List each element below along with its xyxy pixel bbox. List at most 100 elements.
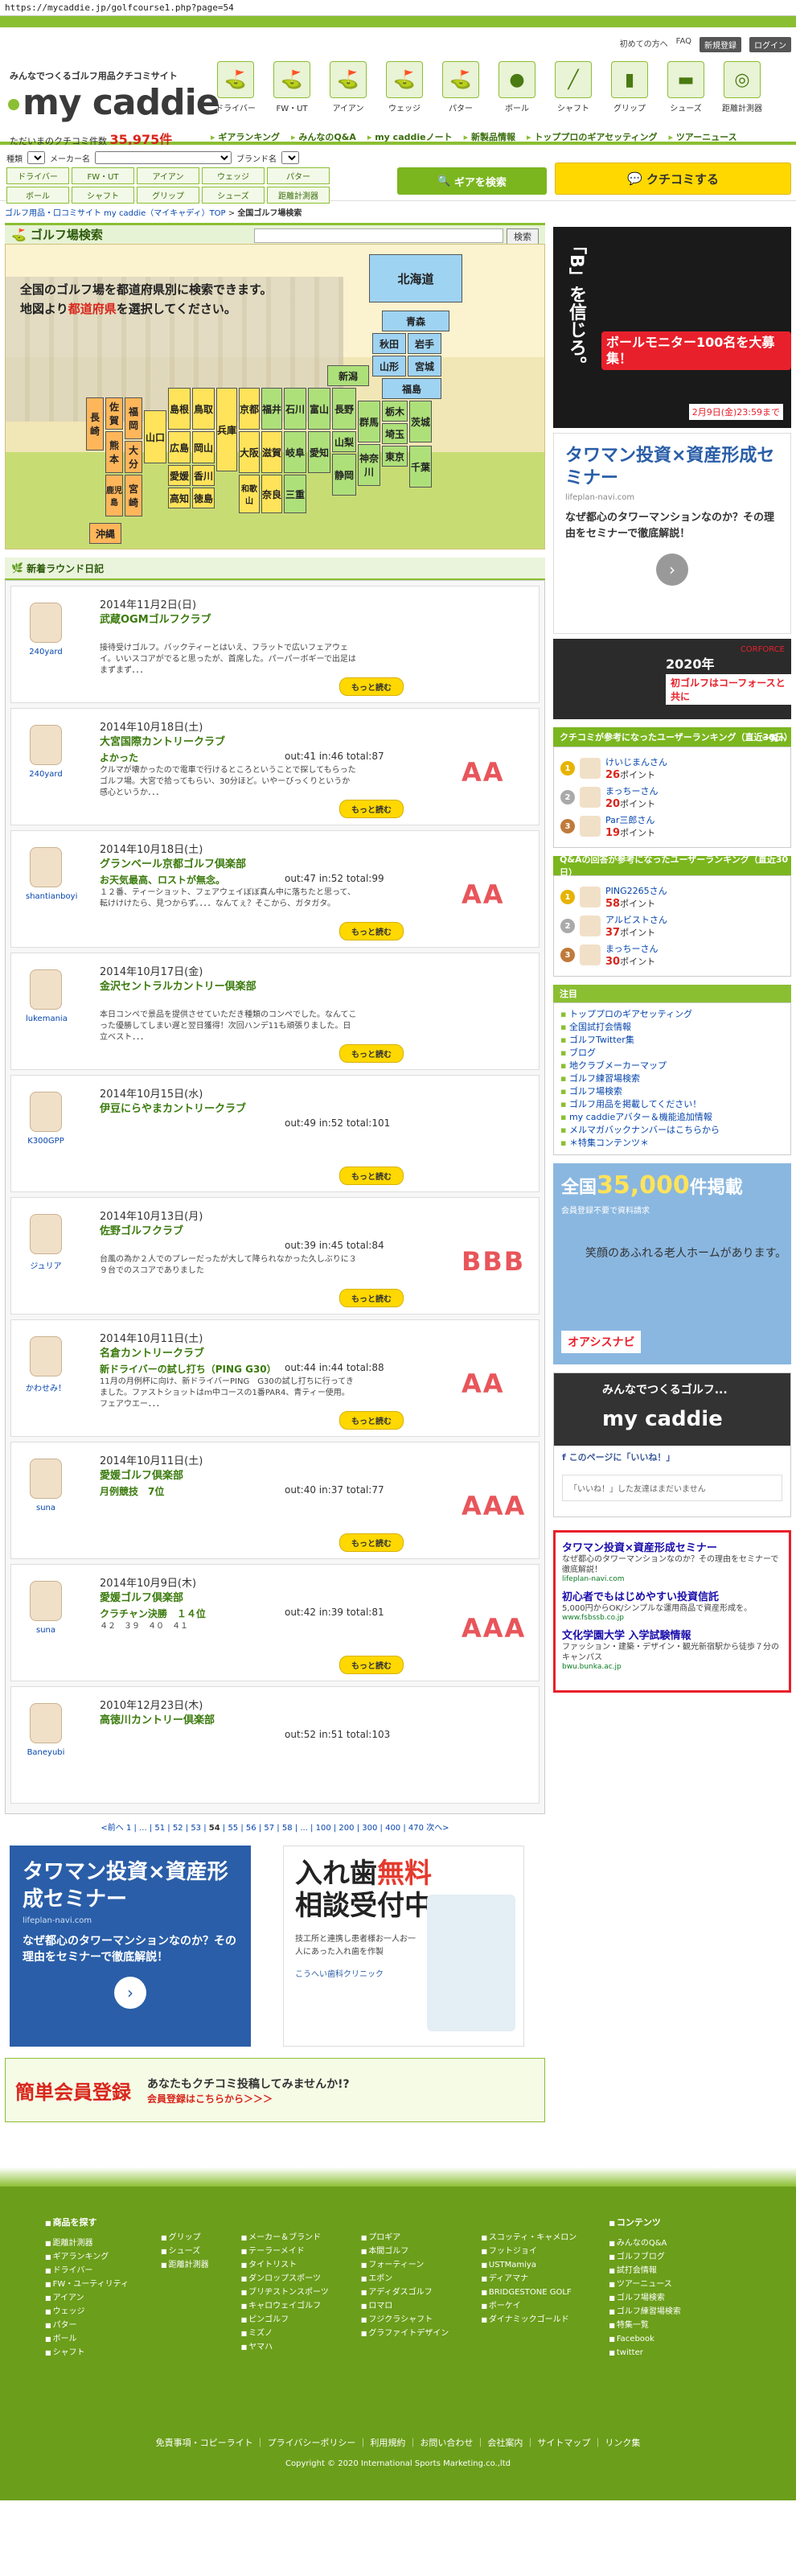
user-name[interactable]: ジュリア	[26, 1259, 66, 1271]
read-more-button[interactable]: もっと読む	[339, 1411, 404, 1430]
user-name[interactable]: Baneyubi	[26, 1748, 66, 1757]
footer-link[interactable]: フォーティーン	[361, 2258, 449, 2272]
gear-search-button[interactable]: 🔍 ギアを検索	[397, 167, 547, 195]
pref-mie[interactable]: 三重	[284, 475, 306, 513]
gear-ball-button[interactable]: ボール	[6, 187, 69, 204]
notice-link[interactable]: ゴルフTwitter集	[560, 1034, 784, 1047]
footer-link[interactable]: ミズノ	[241, 2327, 329, 2340]
user-name[interactable]: 240yard	[26, 648, 66, 656]
notice-link[interactable]: ゴルフ用品を掲載してください！	[560, 1098, 784, 1111]
pref-gifu[interactable]: 岐阜	[284, 431, 306, 473]
pager-page[interactable]: 470	[408, 1824, 424, 1833]
read-more-button[interactable]: もっと読む	[339, 1289, 404, 1307]
pref-tokyo[interactable]: 東京	[382, 446, 408, 467]
pref-yamagata[interactable]: 山形	[372, 356, 406, 377]
breadcrumb-home-link[interactable]: ゴルフ用品・口コミサイト my caddie（マイキャディ）TOP	[5, 209, 226, 218]
url-bar[interactable]: https://mycaddie.jp/golfcourse1.php?page…	[0, 0, 796, 16]
user-avatar[interactable]: shantianboyi	[26, 847, 77, 901]
footer-link[interactable]: Facebook	[609, 2332, 681, 2346]
pager-page[interactable]: 100	[316, 1824, 331, 1833]
nav-qa[interactable]: みんなのQ&A	[291, 130, 355, 143]
ranking-user[interactable]: けいじまんさん	[605, 755, 667, 768]
footer-link[interactable]: 特集一覧	[609, 2319, 681, 2332]
round-course-link[interactable]: グランベール京都ゴルフ倶楽部	[100, 855, 246, 870]
course-search-button[interactable]: 検索	[507, 228, 539, 245]
user-avatar[interactable]: ジュリア	[26, 1214, 66, 1271]
user-name[interactable]: かわせみ！	[26, 1381, 66, 1393]
notice-link[interactable]: 地クラブメーカーマップ	[560, 1060, 784, 1072]
footer-link[interactable]: パター	[45, 2319, 129, 2332]
pref-kyoto[interactable]: 京都	[239, 388, 260, 430]
pref-nagasaki[interactable]: 長崎	[86, 397, 104, 451]
notice-link[interactable]: ゴルフ練習場検索	[560, 1072, 784, 1085]
gear-driver-button[interactable]: ドライバー	[6, 167, 69, 184]
user-avatar[interactable]: かわせみ！	[26, 1336, 66, 1393]
notice-link[interactable]: my caddieアバター＆機能追加情報	[560, 1111, 784, 1124]
category-iron[interactable]: ⛳ アイアン	[323, 61, 373, 113]
nav-gear-ranking[interactable]: ギアランキング	[211, 130, 280, 143]
user-avatar[interactable]: lukemania	[26, 969, 68, 1023]
read-more-button[interactable]: もっと読む	[339, 922, 404, 940]
pager-page[interactable]: 200	[339, 1824, 354, 1833]
user-avatar[interactable]: 240yard	[26, 725, 66, 779]
pref-chiba[interactable]: 千葉	[409, 446, 432, 488]
pager-prev[interactable]: <前へ	[101, 1824, 123, 1833]
pref-shiga[interactable]: 滋賀	[261, 431, 282, 473]
footer-link[interactable]: ピンゴルフ	[241, 2313, 329, 2327]
notice-link[interactable]: ＊特集コンテンツ＊	[560, 1137, 784, 1150]
user-avatar[interactable]: 240yard	[26, 603, 66, 656]
gear-grip-button[interactable]: グリップ	[137, 187, 199, 204]
pref-hiroshima[interactable]: 広島	[168, 431, 191, 463]
pager-page[interactable]: 400	[385, 1824, 400, 1833]
gear-shaft-button[interactable]: シャフト	[72, 187, 134, 204]
footer-link[interactable]: フットジョイ	[481, 2245, 576, 2258]
round-course-link[interactable]: 伊豆にらやまカントリークラブ	[100, 1100, 246, 1115]
pref-yamaguchi[interactable]: 山口	[144, 410, 166, 463]
user-name[interactable]: suna	[26, 1504, 66, 1512]
gear-shoes-button[interactable]: シューズ	[202, 187, 265, 204]
pref-aichi[interactable]: 愛知	[308, 431, 330, 473]
text-ad-headline[interactable]: 初心者でもはじめやすい投資信託	[562, 1588, 782, 1603]
register-button[interactable]: 新規登録	[700, 37, 741, 52]
gear-fw-button[interactable]: FW・UT	[72, 167, 134, 184]
pref-hokkaido[interactable]: 北海道	[369, 254, 462, 302]
gear-wedge-button[interactable]: ウェッジ	[202, 167, 265, 184]
ranking-user[interactable]: まっちーさん	[605, 784, 659, 797]
footer-link[interactable]: ダイナミックゴールド	[481, 2313, 576, 2327]
footer-link[interactable]: グラファイトデザイン	[361, 2327, 449, 2340]
ranking-user[interactable]: まっちーさん	[605, 942, 659, 955]
footer-link[interactable]: メーカー＆ブランド	[241, 2231, 329, 2245]
footer-link[interactable]: エポン	[361, 2272, 449, 2286]
footer-link[interactable]: フジクラシャフト	[361, 2313, 449, 2327]
text-ad-headline[interactable]: 文化学園大学 入学試験情報	[562, 1627, 782, 1642]
footer-link[interactable]: ディアマナ	[481, 2272, 576, 2286]
category-rangefinder[interactable]: ◎ 距離計測器	[717, 61, 767, 113]
notice-link[interactable]: トッププロのギアセッティング	[560, 1008, 784, 1021]
pref-nara[interactable]: 奈良	[261, 475, 282, 513]
pref-shizuoka[interactable]: 静岡	[332, 454, 356, 496]
pref-kagawa[interactable]: 香川	[192, 465, 215, 486]
footer-link[interactable]: みんなのQ&A	[609, 2237, 681, 2250]
footer-link[interactable]: ギアランキング	[45, 2250, 129, 2264]
text-ad-url[interactable]: lifeplan-navi.com	[562, 1575, 782, 1583]
pref-kanagawa[interactable]: 神奈川	[358, 444, 380, 486]
text-ad-url[interactable]: bwu.bunka.ac.jp	[562, 1663, 782, 1671]
footer-link[interactable]: ゴルフ練習場検索	[609, 2305, 681, 2319]
pager-page[interactable]: 57	[264, 1824, 274, 1833]
facebook-like-button[interactable]: f このページに「いいね！」	[562, 1451, 675, 1463]
footer-link[interactable]: ツアーニュース	[609, 2278, 681, 2291]
pref-shimane[interactable]: 島根	[168, 388, 191, 430]
login-button[interactable]: ログイン	[749, 37, 791, 52]
site-logo[interactable]: my caddie	[8, 82, 220, 123]
user-avatar[interactable]: Baneyubi	[26, 1703, 66, 1757]
footer-link[interactable]: FW・ユーティリティ	[45, 2278, 129, 2291]
pager-page[interactable]: 52	[173, 1824, 183, 1833]
read-more-button[interactable]: もっと読む	[339, 1044, 404, 1063]
footer-link[interactable]: ボーケイ	[481, 2299, 576, 2313]
link-faq[interactable]: FAQ	[676, 37, 691, 52]
pref-fukushima[interactable]: 福島	[382, 378, 441, 399]
ad-tower-mansion[interactable]: タワマン投資×資産形成セミナー lifeplan-navi.com なぜ都心のタ…	[10, 1846, 251, 2047]
pref-gunma[interactable]: 群馬	[358, 401, 380, 442]
pref-niigata[interactable]: 新潟	[327, 365, 369, 386]
footer-link[interactable]: ドライバー	[45, 2264, 129, 2278]
